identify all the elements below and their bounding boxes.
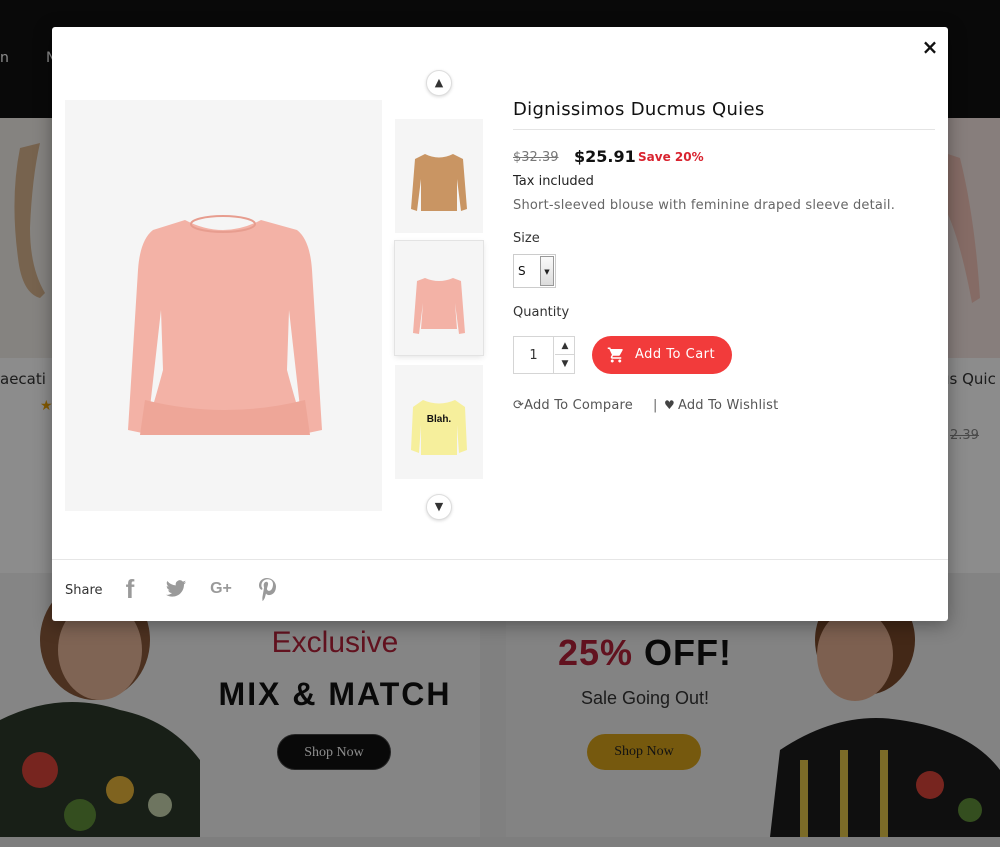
google-plus-icon[interactable]: G+ bbox=[207, 575, 235, 603]
product-description: Short-sleeved blouse with feminine drape… bbox=[513, 198, 896, 213]
heart-icon: ♥ bbox=[664, 398, 675, 412]
add-to-compare-label: Add To Compare bbox=[524, 398, 633, 413]
add-to-cart-button[interactable]: Add To Cart bbox=[592, 336, 732, 374]
add-to-cart-label: Add To Cart bbox=[635, 347, 716, 362]
facebook-icon[interactable]: f bbox=[116, 575, 144, 603]
quick-view-modal: × ▲ Blah. ▼ Dignissimos Ducmus Quies $32… bbox=[52, 27, 948, 621]
thumbnail-1[interactable] bbox=[395, 119, 483, 233]
product-main-image bbox=[65, 100, 382, 511]
price-old: $32.39 bbox=[513, 150, 559, 165]
thumbnail-3[interactable]: Blah. bbox=[395, 365, 483, 479]
chevron-down-icon[interactable]: ▼ bbox=[540, 256, 554, 286]
tax-note: Tax included bbox=[513, 174, 594, 189]
link-separator: | bbox=[653, 398, 658, 413]
quantity-label: Quantity bbox=[513, 305, 570, 320]
price-new: $25.91 bbox=[574, 147, 636, 166]
title-divider bbox=[513, 129, 935, 130]
thumbnails-down-icon[interactable]: ▼ bbox=[426, 494, 452, 520]
modal-footer-divider bbox=[52, 559, 948, 560]
size-select[interactable]: S ▼ bbox=[513, 254, 556, 288]
discount-badge: Save 20% bbox=[638, 150, 704, 164]
quantity-input[interactable] bbox=[514, 337, 554, 373]
refresh-icon: ⟳ bbox=[513, 398, 525, 413]
add-to-wishlist-link[interactable]: ♥ Add To Wishlist bbox=[664, 398, 778, 413]
pinterest-icon[interactable] bbox=[253, 575, 281, 603]
close-icon[interactable]: × bbox=[920, 37, 940, 57]
size-label: Size bbox=[513, 231, 540, 246]
thumbnail-print-text: Blah. bbox=[427, 414, 452, 425]
quantity-stepper: ▲ ▼ bbox=[513, 336, 575, 374]
quantity-decrease-icon[interactable]: ▼ bbox=[555, 355, 575, 373]
product-title: Dignissimos Ducmus Quies bbox=[513, 99, 765, 120]
add-to-compare-link[interactable]: ⟳Add To Compare bbox=[513, 398, 633, 413]
twitter-icon[interactable] bbox=[162, 575, 190, 603]
share-label: Share bbox=[65, 583, 103, 598]
add-to-wishlist-label: Add To Wishlist bbox=[677, 398, 779, 413]
thumbnails-up-icon[interactable]: ▲ bbox=[426, 70, 452, 96]
size-selected-value: S bbox=[518, 264, 526, 278]
cart-icon bbox=[607, 347, 623, 363]
thumbnail-2[interactable] bbox=[395, 241, 483, 355]
quantity-increase-icon[interactable]: ▲ bbox=[555, 337, 575, 355]
